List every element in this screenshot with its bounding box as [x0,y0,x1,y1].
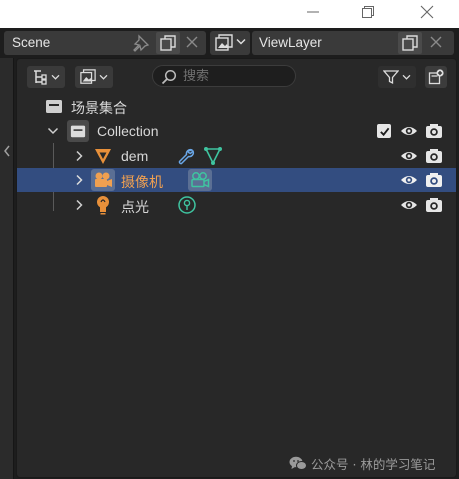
outliner-editor: 场景集合 Collection dem [16,58,457,478]
view-layer-type-dropdown[interactable] [210,31,250,55]
outliner-search[interactable] [152,65,296,87]
tree-row-camera[interactable]: 摄像机 [17,168,456,192]
chevron-down-icon [402,74,411,80]
camera-render-icon[interactable] [425,196,443,214]
chevron-left-icon[interactable] [2,144,12,158]
chevron-right-icon[interactable] [73,199,85,211]
exclude-checkbox-icon[interactable] [377,124,391,138]
wechat-icon [289,456,307,470]
new-view-layer-icon[interactable] [398,32,422,54]
chevron-down-icon [51,74,60,80]
tree-row-label: 点光 [121,200,149,216]
render-layers-icon [80,69,96,84]
new-scene-icon[interactable] [156,32,180,54]
camera-object-icon [91,169,115,191]
scene-selector[interactable]: Scene [4,31,206,55]
eye-icon[interactable] [400,122,418,140]
window-titlebar [0,0,459,28]
eye-icon[interactable] [400,147,418,165]
chevron-down-icon[interactable] [47,125,59,137]
watermark-text: 公众号 · 林的学习笔记 [311,457,436,472]
collection-icon [67,120,89,142]
chevron-right-icon[interactable] [73,174,85,186]
view-layer-name[interactable]: ViewLayer [259,35,322,50]
camera-render-icon[interactable] [425,147,443,165]
watermark: 公众号 · 林的学习笔记 [289,454,435,473]
close-window-button[interactable] [404,0,450,24]
scene-name[interactable]: Scene [12,35,50,50]
chevron-down-icon [99,74,108,80]
eye-icon[interactable] [400,196,418,214]
scene-collection-icon [45,97,63,115]
tree-row-dem[interactable]: dem [17,144,456,168]
camera-render-icon[interactable] [425,122,443,140]
view-layer-filter-dropdown[interactable] [75,66,113,88]
chevron-down-icon [236,38,246,46]
tree-row-label: dem [121,148,149,164]
restore-icon [362,6,374,18]
outliner-header [17,59,456,93]
render-layers-icon [215,34,233,52]
maximize-button[interactable] [345,0,391,24]
filter-dropdown[interactable] [378,66,416,88]
minimize-button[interactable] [290,0,336,24]
outliner-tree-icon [34,70,47,85]
close-icon [420,5,434,19]
close-icon[interactable] [184,34,200,50]
filter-icon [383,70,399,85]
display-mode-dropdown[interactable] [27,66,65,88]
wrench-icon[interactable] [177,147,195,165]
camera-data-icon[interactable] [188,169,212,191]
search-input[interactable] [183,68,288,84]
close-icon[interactable] [428,34,444,50]
tree-row-collection[interactable]: Collection [17,119,456,143]
mesh-object-icon [93,146,113,166]
pin-icon[interactable] [132,34,150,52]
tree-row-label: 场景集合 [71,101,127,117]
camera-render-icon[interactable] [425,171,443,189]
light-data-icon[interactable] [177,195,197,215]
eye-icon[interactable] [400,171,418,189]
adjacent-editor-edge [0,58,14,479]
tree-row-scene-collection[interactable]: 场景集合 [17,94,456,118]
minimize-icon [307,11,319,13]
search-icon [161,69,177,85]
view-layer-selector[interactable]: ViewLayer [252,31,454,55]
tree-row-point-light[interactable]: 点光 [17,193,456,217]
tree-row-label: 摄像机 [121,175,163,191]
chevron-right-icon[interactable] [73,150,85,162]
top-bar: Scene ViewLayer [0,28,459,58]
mesh-data-icon[interactable] [203,146,223,166]
new-collection-button[interactable] [425,66,447,88]
tree-row-label: Collection [97,123,159,139]
light-object-icon [94,195,112,215]
new-collection-icon [428,69,444,85]
